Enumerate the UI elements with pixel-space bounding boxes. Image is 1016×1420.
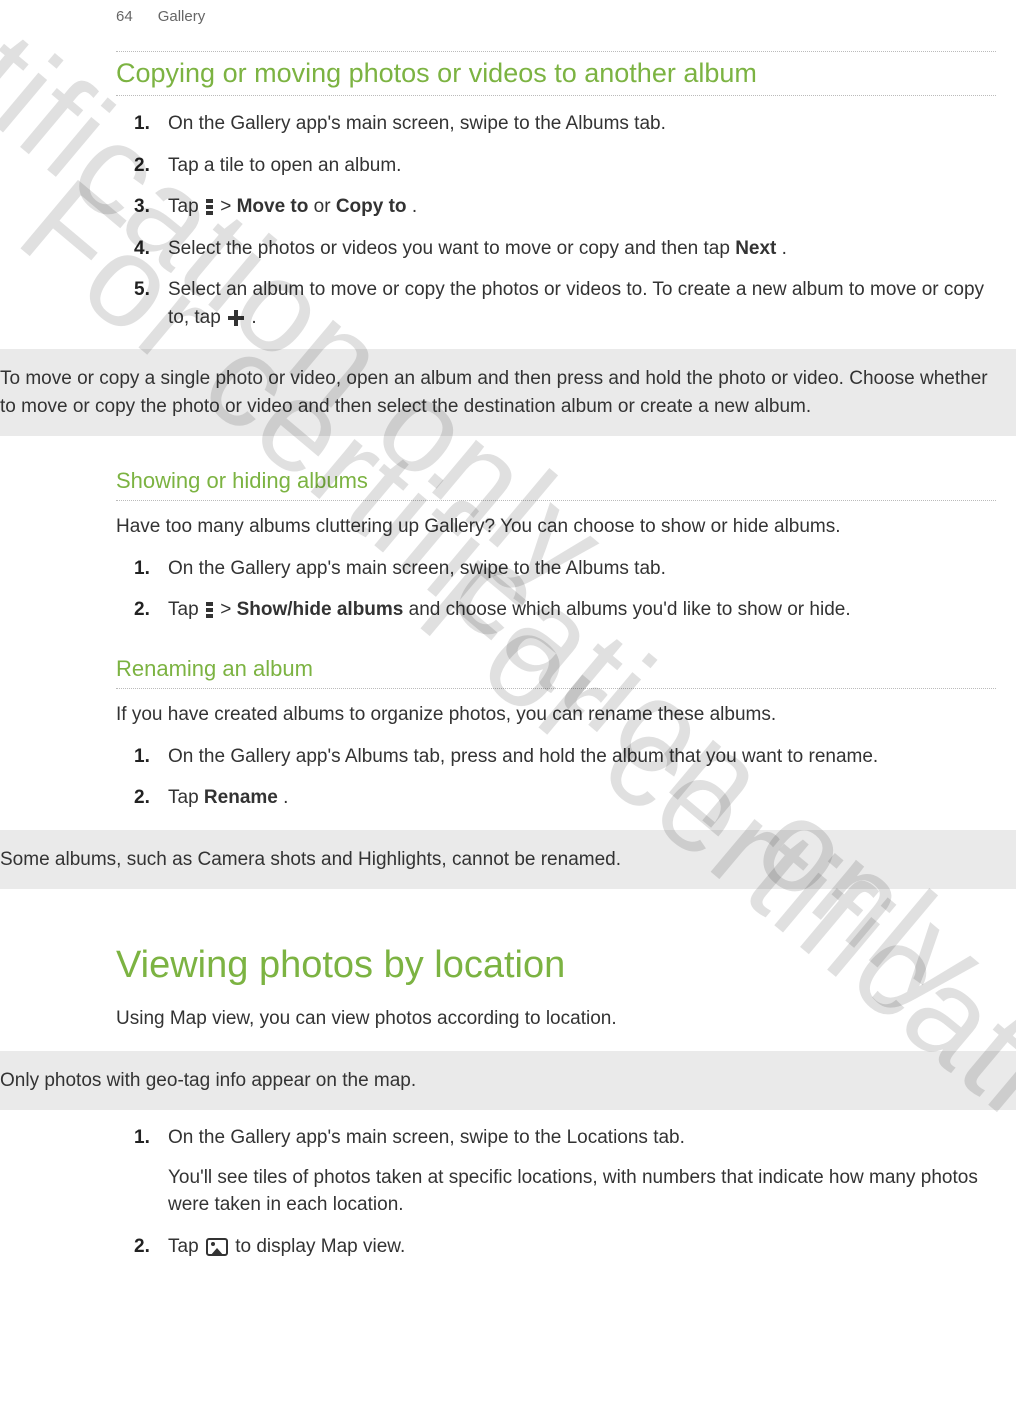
list-item: 2. Tap Rename . — [116, 784, 996, 812]
note-text: Only photos with geo-tag info appear on … — [0, 1070, 416, 1091]
note-text: To move or copy a single photo or video,… — [0, 368, 988, 417]
step-text: > — [220, 196, 236, 217]
step-text: Tap — [168, 599, 204, 620]
list-item: 1.On the Gallery app's main screen, swip… — [116, 110, 996, 138]
step-bold: Move to — [237, 196, 309, 217]
step-bold: Next — [735, 238, 776, 259]
step-text: . — [782, 238, 787, 259]
step-text: Tap — [168, 787, 204, 808]
note-text: Some albums, such as Camera shots and Hi… — [0, 849, 621, 870]
list-item: 3. Tap > Move to or Copy to . — [116, 193, 996, 221]
note-box: Some albums, such as Camera shots and Hi… — [0, 830, 1016, 890]
steps-rename: 1.On the Gallery app's Albums tab, press… — [116, 743, 996, 812]
note-box: Only photos with geo-tag info appear on … — [0, 1051, 1016, 1111]
step-text: You'll see tiles of photos taken at spec… — [168, 1167, 978, 1216]
step-bold: Show/hide albums — [237, 599, 404, 620]
step-text: > — [220, 599, 236, 620]
step-text: Tap — [168, 1236, 204, 1257]
step-text: . — [412, 196, 417, 217]
steps-copy-move: 1.On the Gallery app's main screen, swip… — [116, 110, 996, 331]
step-text: . — [283, 787, 288, 808]
step-text: On the Gallery app's main screen, swipe … — [168, 558, 666, 579]
step-text: or — [314, 196, 336, 217]
step-bold: Copy to — [336, 196, 407, 217]
heading-show-hide: Showing or hiding albums — [116, 462, 996, 501]
heading-copy-move: Copying or moving photos or videos to an… — [116, 51, 996, 96]
step-text: to display Map view. — [235, 1236, 405, 1257]
list-item: 1.On the Gallery app's main screen, swip… — [116, 555, 996, 583]
para: Have too many albums cluttering up Galle… — [116, 513, 996, 541]
page-section: Gallery — [158, 8, 206, 25]
step-bold: Rename — [204, 787, 278, 808]
step-text: . — [251, 307, 256, 328]
list-item: 5. Select an album to move or copy the p… — [116, 276, 996, 331]
map-icon — [206, 1238, 228, 1256]
heading-rename: Renaming an album — [116, 650, 996, 689]
step-text: Select the photos or videos you want to … — [168, 238, 735, 259]
list-item: 2.Tap a tile to open an album. — [116, 152, 996, 180]
menu-icon — [206, 601, 213, 619]
heading-viewing: Viewing photos by location — [116, 944, 996, 987]
step-text: Select an album to move or copy the phot… — [168, 279, 984, 328]
note-box: To move or copy a single photo or video,… — [0, 349, 1016, 436]
page-header: 64 Gallery — [0, 0, 1016, 31]
list-item: 2. Tap > Show/hide albums and choose whi… — [116, 596, 996, 624]
page-number: 64 — [116, 8, 133, 25]
step-text: Tap — [168, 196, 204, 217]
plus-icon — [228, 310, 244, 326]
para: If you have created albums to organize p… — [116, 701, 996, 729]
step-text: On the Gallery app's main screen, swipe … — [168, 113, 666, 134]
step-text: On the Gallery app's main screen, swipe … — [168, 1127, 685, 1148]
steps-viewing: 1. On the Gallery app's main screen, swi… — [116, 1124, 996, 1260]
list-item: 4. Select the photos or videos you want … — [116, 235, 996, 263]
step-text: On the Gallery app's Albums tab, press a… — [168, 746, 878, 767]
menu-icon — [206, 198, 213, 216]
step-text: Tap a tile to open an album. — [168, 155, 401, 176]
list-item: 1.On the Gallery app's Albums tab, press… — [116, 743, 996, 771]
para: Using Map view, you can view photos acco… — [116, 1005, 996, 1033]
step-text: and choose which albums you'd like to sh… — [409, 599, 851, 620]
list-item: 1. On the Gallery app's main screen, swi… — [116, 1124, 996, 1219]
list-item: 2. Tap to display Map view. — [116, 1233, 996, 1261]
steps-show-hide: 1.On the Gallery app's main screen, swip… — [116, 555, 996, 624]
